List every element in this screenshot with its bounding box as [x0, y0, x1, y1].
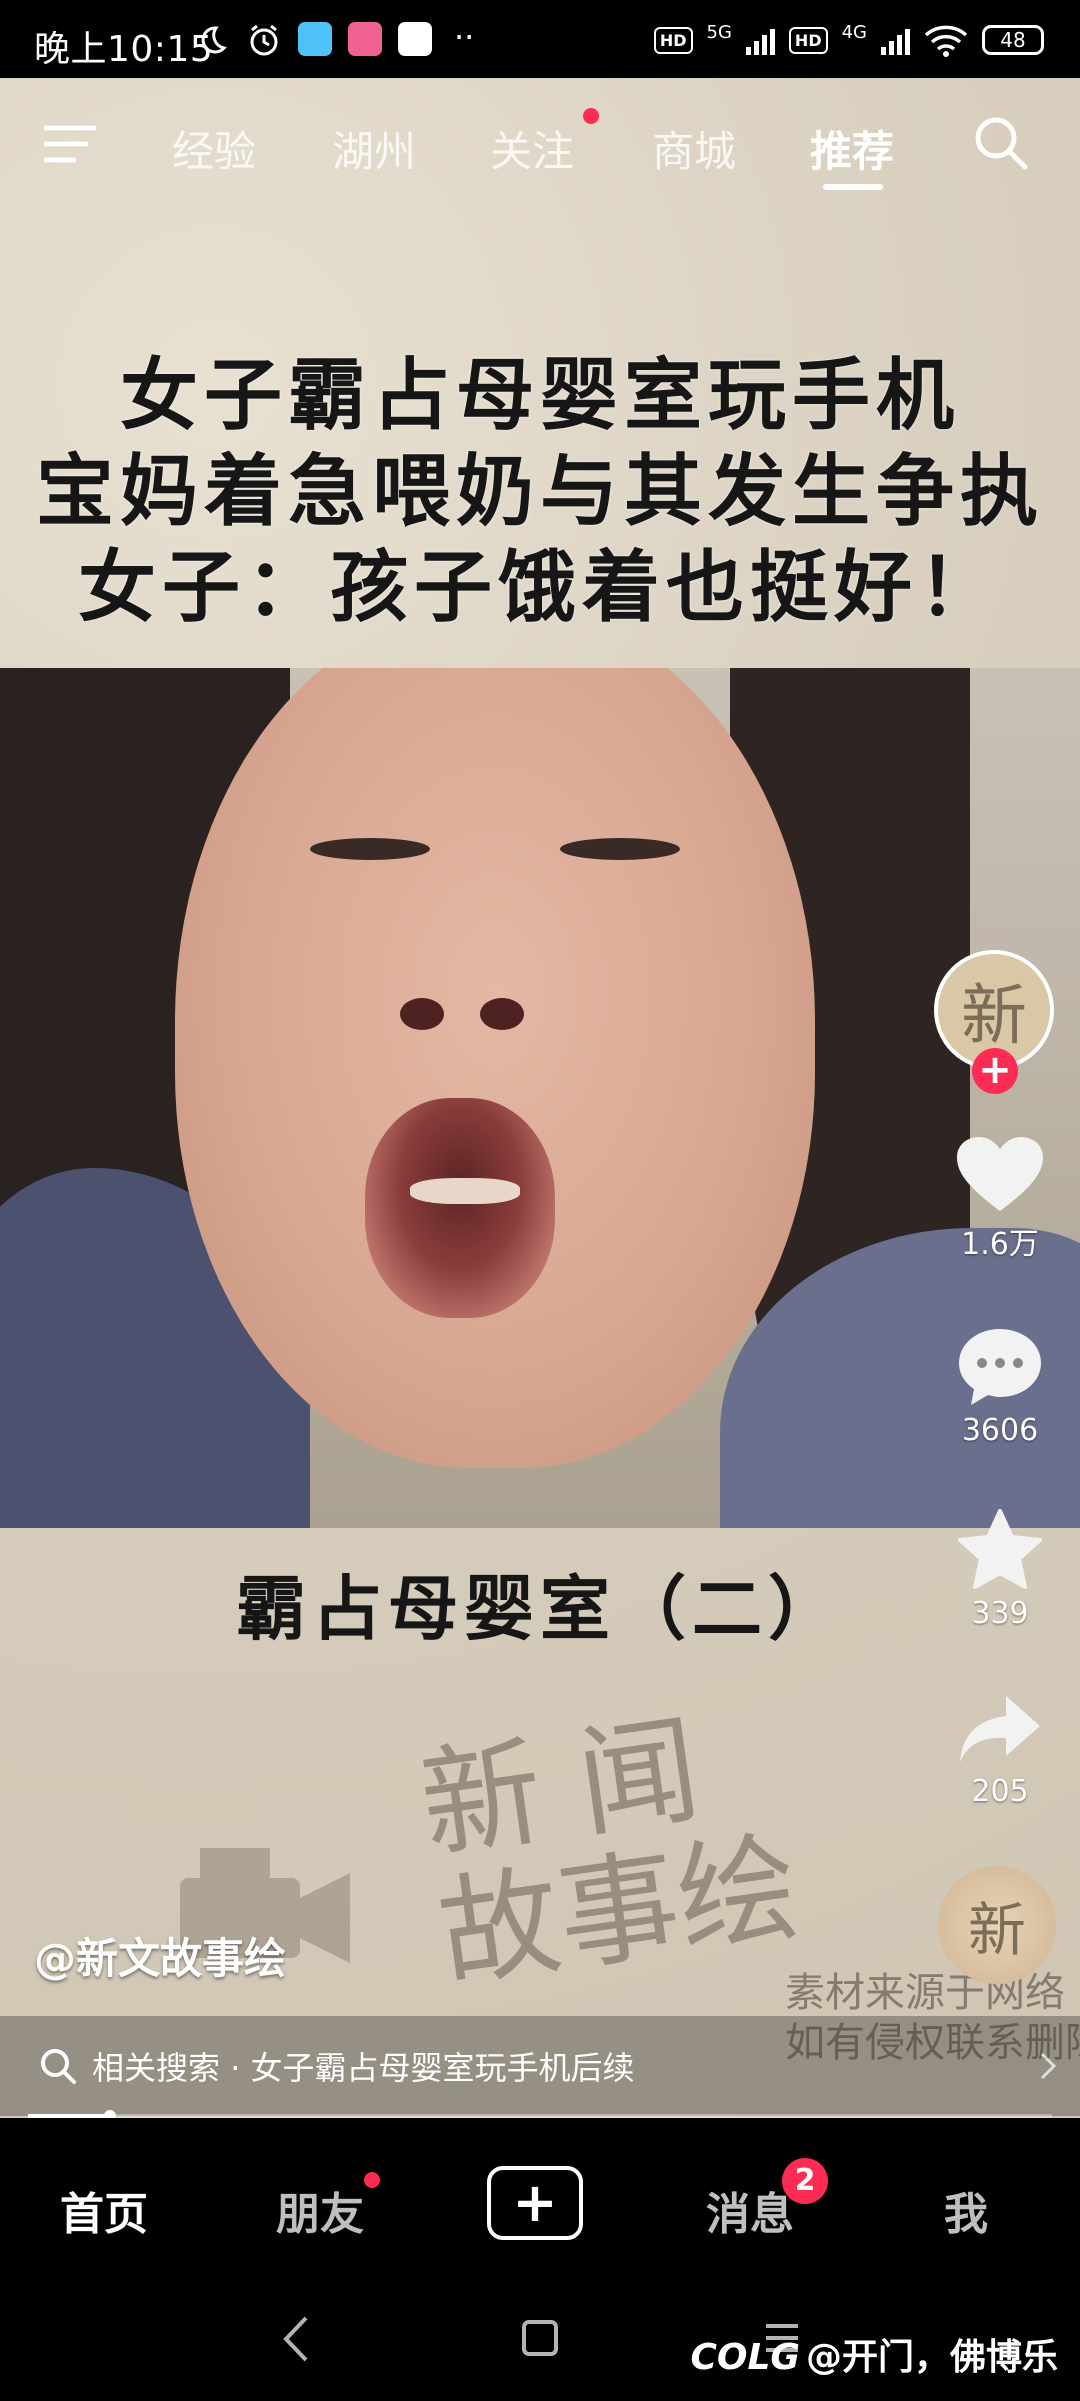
- status-bar: 晚上10:15 ·· HD 5G HD 4G 48: [0, 0, 1080, 78]
- network-type-1: 5G: [706, 21, 732, 43]
- system-navigation-bar: COLG @开门，佛博乐: [0, 2288, 1080, 2401]
- related-search-bar[interactable]: 相关搜索 · 女子霸占母婴室玩手机后续: [0, 2016, 1080, 2116]
- messages-badge: 2: [782, 2158, 828, 2204]
- comment-icon: [959, 1329, 1041, 1405]
- bottom-navigation: 首页 朋友 + 消息 2 我: [0, 2118, 1080, 2288]
- share-icon: [960, 1696, 1040, 1762]
- like-button[interactable]: 1.6万: [920, 1135, 1080, 1263]
- video-headline: 女子霸占母婴室玩手机 宝妈着急喂奶与其发生争执 女子：孩子饿着也挺好！: [0, 348, 1080, 636]
- music-disc[interactable]: 新: [938, 1866, 1056, 1984]
- eye-left: [310, 838, 430, 860]
- app-notification-icon: [298, 22, 332, 56]
- battery-indicator: 48: [982, 25, 1044, 55]
- create-post-button[interactable]: +: [487, 2166, 583, 2240]
- nostril-right: [480, 998, 524, 1030]
- video-player[interactable]: 女子霸占母婴室玩手机 宝妈着急喂奶与其发生争执 女子：孩子饿着也挺好！ 霸占母婴…: [0, 78, 1080, 2118]
- watermark-user: @开门，佛博乐: [805, 2337, 1058, 2378]
- star-icon: [958, 1509, 1042, 1589]
- nav-friends[interactable]: 朋友: [276, 2178, 364, 2242]
- like-count: 1.6万: [961, 1227, 1039, 1262]
- face: [175, 668, 815, 1468]
- author-name[interactable]: @新文故事绘: [34, 1925, 286, 1986]
- tab-experience[interactable]: 经验: [172, 118, 256, 179]
- friends-new-dot: [364, 2172, 380, 2188]
- forum-watermark: COLG @开门，佛博乐: [690, 2328, 1058, 2380]
- headline-line-3: 女子：孩子饿着也挺好！: [77, 543, 1002, 633]
- tab-mall[interactable]: 商城: [652, 118, 736, 179]
- nav-messages[interactable]: 消息: [706, 2178, 794, 2242]
- status-indicators: HD 5G HD 4G 48: [653, 20, 1044, 60]
- hd-badge-2: HD: [788, 26, 828, 54]
- home-icon[interactable]: [520, 2318, 560, 2358]
- menu-icon[interactable]: [42, 122, 98, 166]
- related-search-text: 相关搜索 · 女子霸占母婴室玩手机后续: [92, 2049, 635, 2087]
- nav-me[interactable]: 我: [944, 2178, 988, 2242]
- active-tab-indicator: [823, 184, 883, 190]
- share-count: 205: [971, 1774, 1029, 1809]
- favorite-count: 339: [971, 1596, 1029, 1631]
- qq-notification-icon: [398, 22, 432, 56]
- chevron-right-icon: [1040, 2052, 1057, 2080]
- comment-button[interactable]: 3606: [920, 1325, 1080, 1448]
- nav-home[interactable]: 首页: [60, 2178, 148, 2242]
- headline-line-2: 宝妈着急喂奶与其发生争执: [35, 447, 1044, 537]
- teeth: [410, 1178, 520, 1204]
- colg-logo: COLG: [690, 2337, 800, 2378]
- signal-icon: [745, 25, 775, 55]
- nostril-left: [400, 998, 444, 1030]
- eye-right: [560, 838, 680, 860]
- video-frame-image: [0, 668, 1080, 1528]
- back-icon[interactable]: [278, 2314, 314, 2364]
- hd-badge: HD: [653, 26, 693, 54]
- more-notifications: ··: [454, 18, 475, 56]
- follow-button[interactable]: +: [972, 1048, 1018, 1094]
- share-button[interactable]: 205: [920, 1690, 1080, 1809]
- wifi-icon: [924, 25, 968, 57]
- headline-line-1: 女子霸占母婴室玩手机: [119, 351, 960, 441]
- comment-count: 3606: [961, 1413, 1039, 1448]
- clock: 晚上10:15: [34, 29, 214, 70]
- network-type-2: 4G: [841, 21, 867, 43]
- heart-icon: [957, 1137, 1043, 1211]
- bilibili-notification-icon: [348, 22, 382, 56]
- alarm-icon: [250, 24, 278, 56]
- signal-icon-2: [881, 25, 910, 55]
- channel-watermark: 新 闻 故事绘: [413, 1694, 807, 2006]
- tab-huzhou[interactable]: 湖州: [332, 118, 416, 179]
- following-new-dot: [583, 108, 599, 124]
- top-navigation: 经验 湖州 关注 商城 推荐: [0, 78, 1080, 208]
- tab-following[interactable]: 关注: [490, 118, 574, 179]
- video-subtitle: 霸占母婴室（二）: [236, 1568, 844, 1650]
- mouth: [365, 1098, 555, 1318]
- search-icon[interactable]: [972, 114, 1030, 172]
- favorite-button[interactable]: 339: [920, 1508, 1080, 1631]
- search-icon-small: [41, 2049, 76, 2084]
- moon-icon: [201, 26, 227, 54]
- disclaimer-line-1: 素材来源于网络: [785, 1970, 1065, 2016]
- tab-recommend[interactable]: 推荐: [810, 118, 894, 179]
